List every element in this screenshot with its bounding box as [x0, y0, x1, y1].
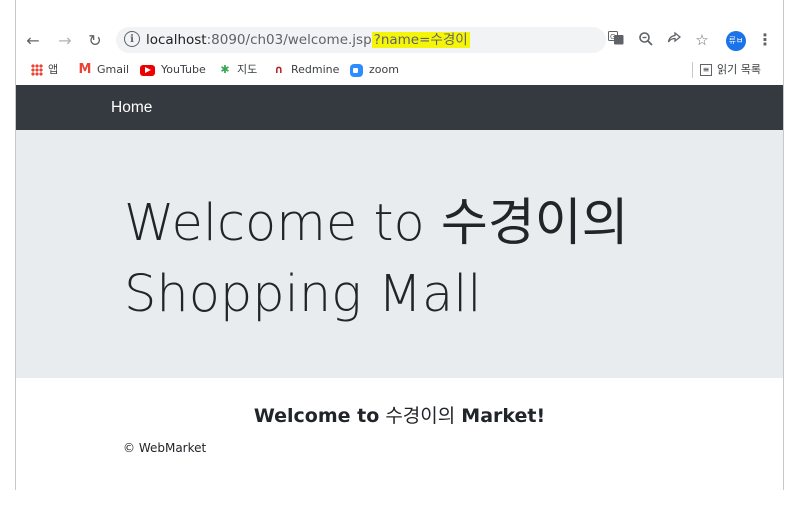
nav-home-link[interactable]: Home: [111, 97, 152, 119]
page-footer: © WebMarket: [123, 441, 207, 455]
back-arrow-icon[interactable]: ←: [22, 31, 44, 51]
youtube-icon: [140, 64, 155, 76]
reading-list-label: 읽기 목록: [717, 63, 761, 76]
bookmark-maps[interactable]: ✱ 지도: [218, 62, 257, 78]
bookmark-label: 앱: [48, 63, 59, 76]
bookmark-label: Redmine: [291, 63, 340, 76]
heading-line-1: Welcome to 수경이의: [124, 194, 629, 253]
site-info-icon[interactable]: i: [124, 31, 140, 47]
redmine-icon: ∩: [274, 63, 284, 76]
heading-line-2: Shopping Mall: [124, 265, 482, 324]
url-host: localhost: [146, 32, 207, 48]
greeting-suffix: Market!: [461, 405, 546, 427]
welcome-greeting: Welcome to 수경이의 Market!: [16, 402, 783, 430]
profile-avatar[interactable]: 류ㅂ: [726, 31, 746, 51]
forward-arrow-icon[interactable]: →: [54, 31, 76, 51]
bookmark-zoom[interactable]: zoom: [350, 62, 399, 78]
address-bar[interactable]: i localhost:8090/ch03/welcome.jsp ?name=수…: [116, 27, 606, 53]
bookmark-youtube[interactable]: YouTube: [140, 62, 206, 78]
bookmarks-divider: [692, 62, 693, 78]
svg-text:G: G: [610, 33, 615, 41]
greeting-name: 수경이의: [385, 405, 456, 427]
share-icon[interactable]: [664, 31, 684, 49]
bookmark-label: zoom: [369, 63, 399, 76]
browser-window: ← → ↻ i localhost:8090/ch03/welcome.jsp?…: [15, 0, 784, 490]
browser-toolbar: ← → ↻ i localhost:8090/ch03/welcome.jsp?…: [16, 23, 783, 57]
url-text[interactable]: localhost:8090/ch03/welcome.jsp ?name=수경이: [146, 31, 470, 49]
url-query-highlight: ?name=수경이: [371, 32, 470, 48]
bookmark-label: YouTube: [161, 63, 206, 76]
jumbotron: Welcome to 수경이의 Shopping Mall: [16, 130, 783, 378]
zoom-magnifier-icon[interactable]: [636, 31, 656, 49]
bookmark-label: 지도: [237, 63, 258, 76]
url-path: :8090/ch03/welcome.jsp: [206, 32, 372, 48]
greeting-prefix: Welcome to: [253, 405, 380, 427]
jumbotron-heading: Welcome to 수경이의 Shopping Mall: [124, 188, 764, 330]
bookmark-star-icon[interactable]: ☆: [692, 31, 712, 49]
gmail-icon: M: [78, 62, 92, 77]
reload-icon[interactable]: ↻: [84, 31, 106, 51]
bookmark-apps[interactable]: 앱: [31, 62, 58, 78]
bookmarks-bar: 앱 M Gmail YouTube ✱ 지도 ∩ Redmine zoom ≡ 읽기 목…: [16, 57, 783, 83]
apps-grid-icon: [31, 64, 43, 76]
site-navbar: Home: [16, 85, 783, 130]
bookmark-redmine[interactable]: ∩ Redmine: [272, 62, 340, 78]
translate-icon[interactable]: G: [606, 31, 626, 49]
zoom-icon: [350, 63, 363, 77]
reading-list-button[interactable]: ≡ 읽기 목록: [700, 62, 761, 78]
bookmark-gmail[interactable]: M Gmail: [78, 62, 130, 78]
bookmark-label: Gmail: [97, 63, 130, 76]
reading-list-icon: ≡: [700, 64, 712, 76]
menu-kebab-icon[interactable]: ⋮: [757, 30, 773, 50]
maps-pin-icon: ✱: [220, 63, 230, 76]
